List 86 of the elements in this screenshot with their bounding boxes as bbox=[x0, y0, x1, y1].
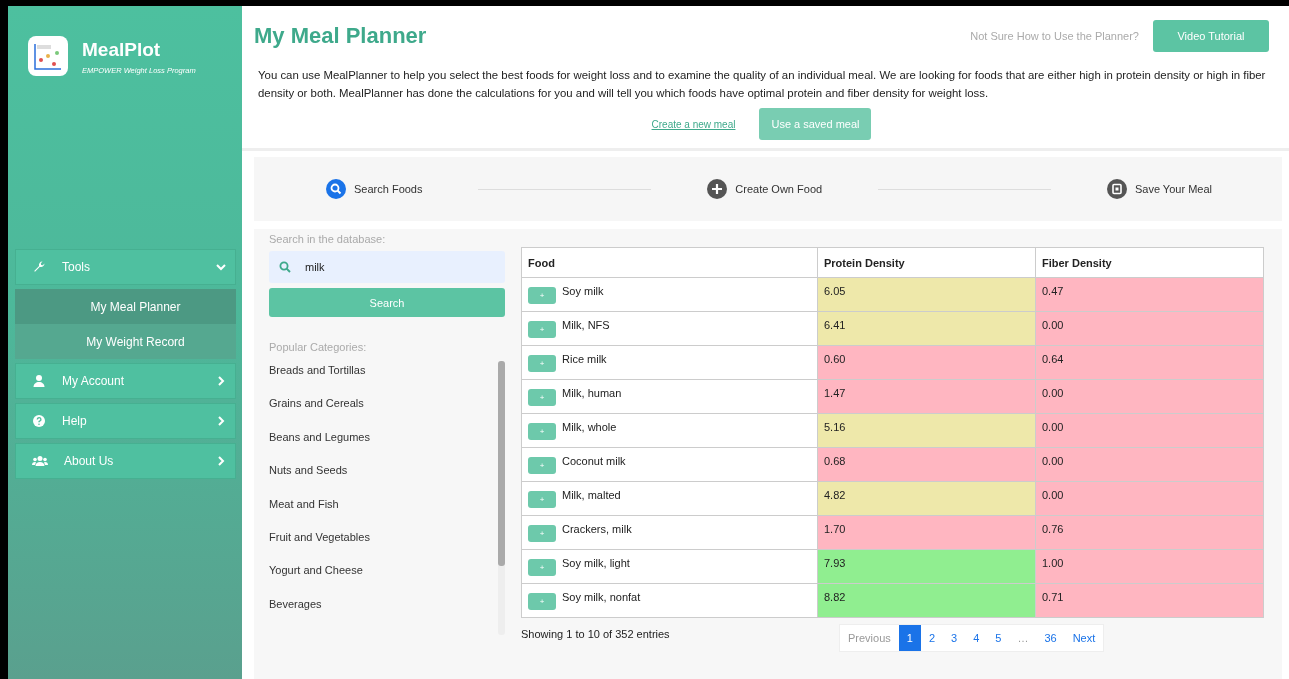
table-cell: 7.93 bbox=[817, 549, 1036, 584]
add-button[interactable]: + bbox=[528, 525, 556, 542]
table-cell: 0.00 bbox=[1035, 413, 1264, 448]
search-icon bbox=[279, 261, 291, 273]
table-cell: 1.47 bbox=[817, 379, 1036, 414]
add-button[interactable]: + bbox=[528, 559, 556, 576]
description: You can use MealPlanner to help you select the best foods for weight loss and to examine the quality of an individual meal. We are looking for foods that are either high in protein density or high in fiber density or both. MealPlanner has done the calculations for you and will tell you which foods have optimal protein and fiber density for weight loss. bbox=[258, 68, 1267, 101]
category-link[interactable]: Yogurt and Cheese bbox=[269, 561, 498, 595]
menu-item[interactable]: About Us bbox=[15, 443, 236, 479]
table-cell: 6.05 bbox=[817, 277, 1036, 312]
entries-info: Showing 1 to 10 of 352 entries bbox=[521, 627, 671, 642]
category-link[interactable]: Meat and Fish bbox=[269, 494, 498, 528]
food-name: Rice milk bbox=[562, 353, 607, 365]
scrollbar[interactable] bbox=[498, 361, 505, 635]
table-cell: 1.70 bbox=[817, 515, 1036, 550]
menu-item[interactable]: Tools bbox=[15, 249, 236, 285]
table-cell: 5.16 bbox=[817, 413, 1036, 448]
food-name: Coconut milk bbox=[562, 455, 626, 467]
category-link[interactable]: Beverages bbox=[269, 594, 498, 629]
menu-item[interactable]: Help bbox=[15, 403, 236, 439]
menu-item[interactable]: My Account bbox=[15, 363, 236, 399]
add-button[interactable]: + bbox=[528, 355, 556, 372]
food-name: Milk, human bbox=[562, 387, 622, 399]
food-name: Milk, NFS bbox=[562, 319, 610, 331]
add-button[interactable]: + bbox=[528, 389, 556, 406]
wrench-icon bbox=[32, 260, 46, 274]
table-cell: 0.00 bbox=[1035, 447, 1264, 482]
search-label: Search in the database: bbox=[269, 233, 387, 245]
food-name: Soy milk bbox=[562, 285, 604, 297]
category-link[interactable]: Beans and Legumes bbox=[269, 427, 498, 462]
category-link[interactable]: Grains and Cereals bbox=[269, 394, 498, 428]
step-label[interactable]: Save Your Meal bbox=[1134, 183, 1212, 195]
submenu-item[interactable]: My Weight Record bbox=[15, 324, 236, 359]
saved-meal-button[interactable]: Use a saved meal bbox=[759, 108, 872, 140]
food-name: Soy milk, light bbox=[562, 557, 630, 569]
video-tutorial-button[interactable]: Video Tutorial bbox=[1153, 20, 1269, 52]
help-hint: Not Sure How to Use the Planner? bbox=[970, 30, 1139, 42]
group-icon bbox=[32, 454, 48, 468]
table-cell: 0.64 bbox=[1035, 345, 1264, 380]
table-cell: 0.60 bbox=[817, 345, 1036, 380]
food-name: Milk, malted bbox=[562, 489, 621, 501]
table-cell: 0.00 bbox=[1035, 379, 1264, 414]
food-name: Soy milk, nonfat bbox=[562, 591, 641, 603]
user-icon bbox=[32, 374, 46, 388]
page-link[interactable]: 2 bbox=[920, 625, 944, 651]
page-link[interactable]: 4 bbox=[965, 625, 988, 651]
submenu-item[interactable]: My Meal Planner bbox=[15, 289, 236, 324]
page-link[interactable]: 36 bbox=[1036, 625, 1065, 651]
table-cell: 0.76 bbox=[1035, 515, 1264, 550]
categories-title: Popular Categories: bbox=[269, 341, 368, 353]
food-name: Crackers, milk bbox=[562, 523, 632, 535]
table-cell: 6.41 bbox=[817, 311, 1036, 346]
table-cell: 0.47 bbox=[1035, 277, 1264, 312]
step-label[interactable]: Search Foods bbox=[354, 183, 423, 195]
category-link[interactable]: Fruit and Vegetables bbox=[269, 527, 498, 562]
food-name: Milk, whole bbox=[562, 421, 617, 433]
column-header: Food bbox=[521, 247, 818, 278]
page-title: My Meal Planner bbox=[254, 23, 428, 49]
add-button[interactable]: + bbox=[528, 457, 556, 474]
create-meal-link[interactable]: Create a new meal bbox=[651, 118, 736, 130]
category-link[interactable]: Nuts and Seeds bbox=[269, 461, 498, 495]
add-button[interactable]: + bbox=[528, 321, 556, 338]
column-header: Fiber Density bbox=[1035, 247, 1264, 278]
logo-icon bbox=[28, 36, 68, 76]
page-link[interactable]: 1 bbox=[898, 625, 921, 651]
page-link[interactable]: Next bbox=[1064, 625, 1104, 651]
question-icon bbox=[32, 414, 46, 428]
category-link[interactable]: Breads and Tortillas bbox=[269, 361, 498, 395]
add-button[interactable]: + bbox=[528, 423, 556, 440]
column-header: Protein Density bbox=[817, 247, 1036, 278]
table-cell: 0.68 bbox=[817, 447, 1036, 482]
add-button[interactable]: + bbox=[528, 287, 556, 304]
table-cell: 4.82 bbox=[817, 481, 1036, 516]
table-cell: 1.00 bbox=[1035, 549, 1264, 584]
page-link[interactable]: 5 bbox=[987, 625, 1010, 651]
brand-name: MealPlot bbox=[82, 39, 162, 61]
table-cell: 0.00 bbox=[1035, 481, 1264, 516]
page-link[interactable]: 3 bbox=[943, 625, 966, 651]
search-field[interactable]: milk bbox=[269, 251, 505, 283]
add-button[interactable]: + bbox=[528, 593, 556, 610]
table-cell: 0.71 bbox=[1035, 583, 1264, 618]
search-button[interactable]: Search bbox=[269, 288, 505, 317]
step-label[interactable]: Create Own Food bbox=[735, 183, 823, 195]
add-button[interactable]: + bbox=[528, 491, 556, 508]
table-cell: 8.82 bbox=[817, 583, 1036, 618]
table-cell: 0.00 bbox=[1035, 311, 1264, 346]
